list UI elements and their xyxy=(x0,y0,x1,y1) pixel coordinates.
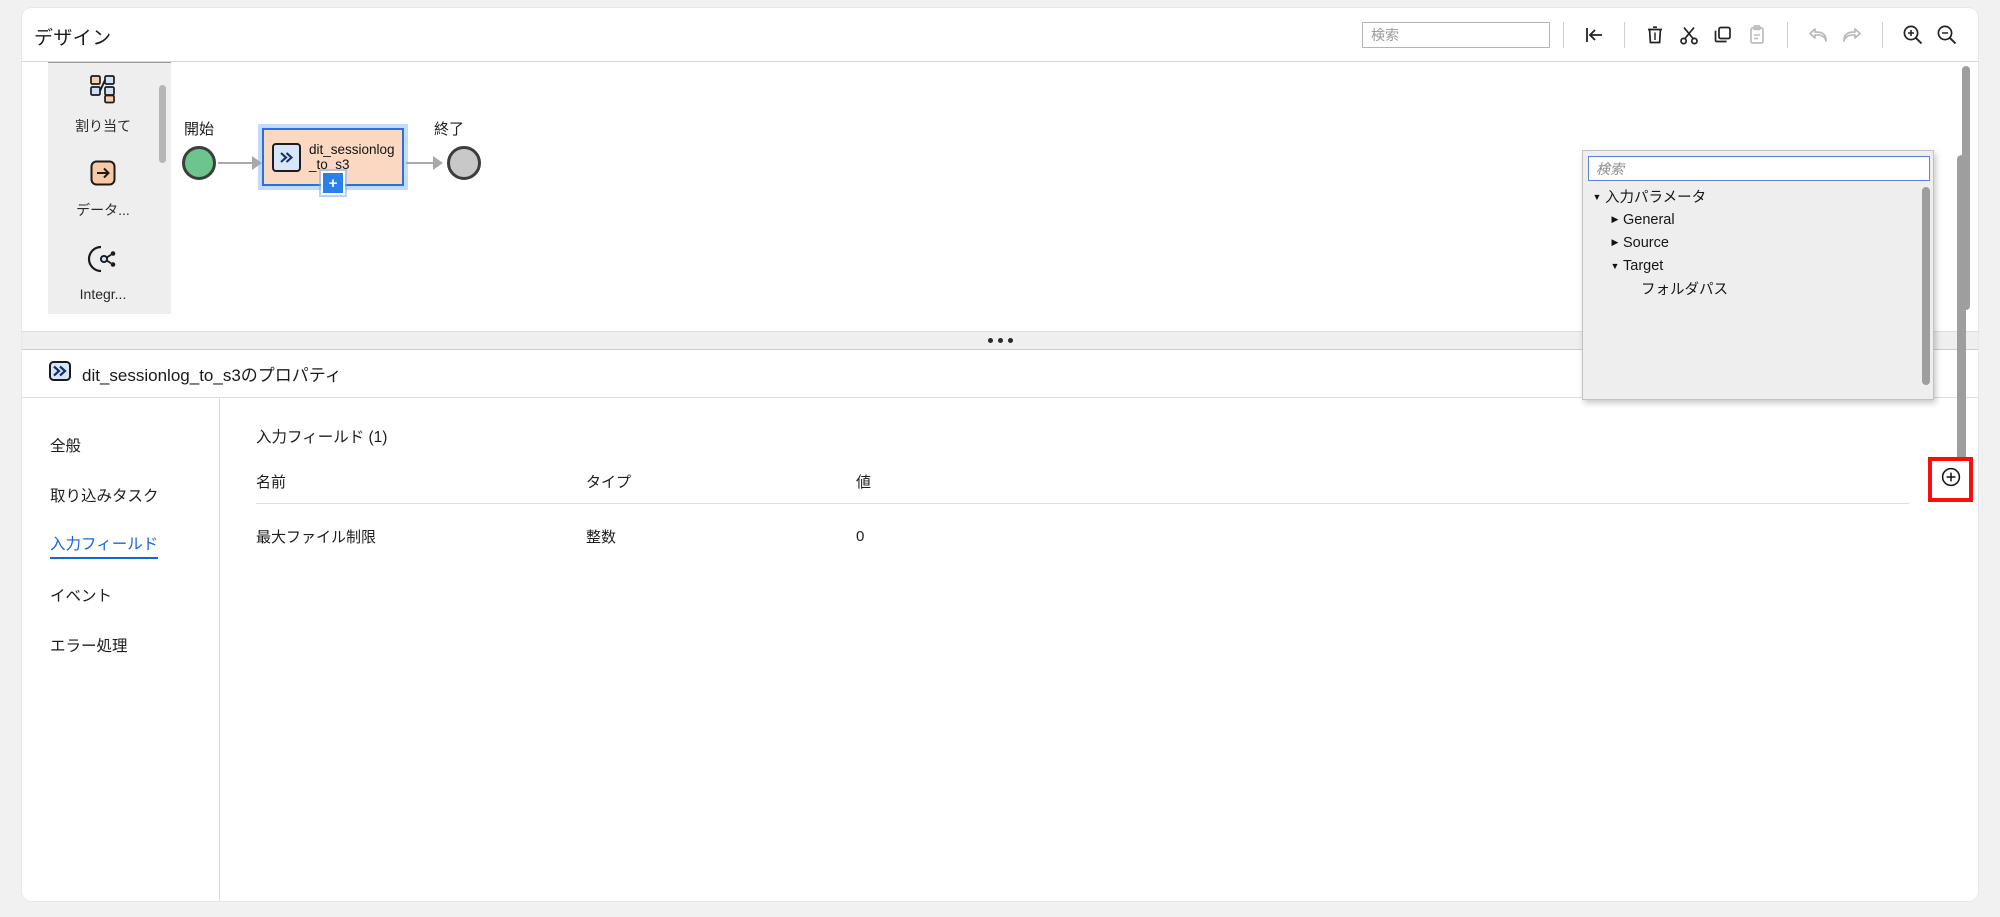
toolbar-divider-2 xyxy=(1624,22,1625,48)
cut-icon[interactable] xyxy=(1672,18,1706,52)
header-bar: デザイン xyxy=(22,8,1978,62)
undo-icon[interactable] xyxy=(1801,18,1835,52)
task-chevron-icon xyxy=(272,142,301,172)
palette-item-label: Integr... xyxy=(79,286,127,302)
input-fields-table: 名前 タイプ 値 最大ファイル制限 整数 0 xyxy=(256,471,1910,548)
splitter-dot xyxy=(987,338,993,343)
palette-list: 割り当て データ... Integr... xyxy=(48,63,158,314)
tab-label: 入力フィールド xyxy=(50,532,159,559)
connector-arrow-1 xyxy=(252,156,262,170)
start-node-label: 開始 xyxy=(184,121,215,138)
cell-field-type: 整数 xyxy=(586,529,617,546)
tab-error-handling[interactable]: エラー処理 xyxy=(22,620,219,670)
page-title: デザイン xyxy=(34,28,112,49)
properties-tab-list: 全般 取り込みタスク 入力フィールド イベント エラー処理 xyxy=(22,398,220,901)
parameter-tree-list: ▼ 入力パラメータ ▶ General ▶ Source ▼ Target フォ… xyxy=(1583,185,1933,399)
palette-sidebar[interactable]: 割り当て データ... Integr... xyxy=(48,62,171,314)
tree-node-folder-path[interactable]: フォルダパス xyxy=(1583,277,1933,300)
copy-icon[interactable] xyxy=(1706,18,1740,52)
tree-node-label: 入力パラメータ xyxy=(1605,190,1707,206)
start-node[interactable] xyxy=(182,146,216,180)
input-fields-count: 入力フィールド (1) xyxy=(256,429,388,446)
chevron-down-icon[interactable]: ▼ xyxy=(1607,261,1623,271)
delete-icon[interactable] xyxy=(1638,18,1672,52)
design-window: デザイン 検索 割り当て データ... Integr... 開始 dit_ses… xyxy=(22,8,1978,901)
tree-node-label: Source xyxy=(1623,234,1669,251)
palette-item-label: データ... xyxy=(76,202,130,218)
add-parameter-button[interactable] xyxy=(1928,457,1973,502)
input-fields-content: 入力フィールド (1) 名前 タイプ 値 最大ファイル制限 整数 0 xyxy=(220,398,1978,901)
connector-arrow-2 xyxy=(433,156,443,170)
splitter-dot xyxy=(997,338,1003,343)
tree-node-label: フォルダパス xyxy=(1641,282,1728,298)
paste-icon[interactable] xyxy=(1740,18,1774,52)
plus-circle-icon xyxy=(1940,466,1962,493)
task-node-label: dit_sessionlog_to_s3 xyxy=(309,142,395,172)
end-node-label: 終了 xyxy=(434,121,465,138)
chevron-right-icon[interactable]: ▶ xyxy=(1607,214,1623,225)
toolbar-divider-3 xyxy=(1787,22,1788,48)
chevron-down-icon[interactable]: ▼ xyxy=(1589,192,1605,202)
tab-ingestion-task[interactable]: 取り込みタスク xyxy=(22,470,219,520)
tab-label: 全般 xyxy=(50,438,82,455)
tree-node-general[interactable]: ▶ General xyxy=(1583,208,1933,231)
tab-general[interactable]: 全般 xyxy=(22,420,219,470)
tree-scrollbar[interactable] xyxy=(1922,187,1930,385)
tab-label: 取り込みタスク xyxy=(50,488,159,505)
properties-body: 全般 取り込みタスク 入力フィールド イベント エラー処理 入力フィールド (1… xyxy=(22,398,1978,901)
cell-field-name: 最大ファイル制限 xyxy=(256,529,377,546)
task-node-dit-sessionlog-to-s3[interactable]: dit_sessionlog_to_s3 + xyxy=(262,128,404,195)
parameter-tree-popup[interactable]: ▼ 入力パラメータ ▶ General ▶ Source ▼ Target フォ… xyxy=(1582,150,1934,400)
tree-node-source[interactable]: ▶ Source xyxy=(1583,231,1933,254)
toolbar-divider-4 xyxy=(1882,22,1883,48)
tab-input-fields[interactable]: 入力フィールド xyxy=(22,520,219,570)
column-header-type: タイプ xyxy=(586,471,856,504)
header-toolbar xyxy=(1362,8,1964,62)
tree-node-target[interactable]: ▼ Target xyxy=(1583,254,1933,277)
palette-item-data[interactable]: データ... xyxy=(48,147,158,231)
app-root: デザイン 検索 割り当て データ... Integr... 開始 dit_ses… xyxy=(0,0,2000,917)
table-row[interactable]: 最大ファイル制限 整数 0 xyxy=(256,504,1909,548)
task-chevron-icon xyxy=(48,359,72,388)
toolbar-divider-1 xyxy=(1563,22,1564,48)
flow-diagram: 開始 dit_sessionlog_to_s3 + 終了 xyxy=(182,62,682,262)
column-header-name: 名前 xyxy=(256,471,586,504)
tree-node-input-parameters[interactable]: ▼ 入力パラメータ xyxy=(1583,185,1933,208)
palette-item-label: 割り当て xyxy=(75,118,131,134)
assignment-icon xyxy=(86,74,120,109)
tree-node-label: Target xyxy=(1623,257,1664,274)
zoom-out-icon[interactable] xyxy=(1930,18,1964,52)
properties-title: dit_sessionlog_to_s3のプロパティ xyxy=(82,366,342,385)
tab-label: エラー処理 xyxy=(50,638,128,655)
tree-node-label: General xyxy=(1623,211,1675,228)
cell-field-value: 0 xyxy=(856,528,865,545)
header-search-input[interactable] xyxy=(1362,22,1550,48)
right-panel-scrollbar[interactable] xyxy=(1957,155,1966,475)
properties-panel: dit_sessionlog_to_s3のプロパティ 全般 取り込みタスク 入力… xyxy=(22,350,1978,901)
zoom-in-icon[interactable] xyxy=(1896,18,1930,52)
end-node[interactable] xyxy=(447,146,481,180)
splitter-dot xyxy=(1007,338,1013,343)
task-add-button[interactable]: + xyxy=(321,171,345,195)
palette-scrollbar[interactable] xyxy=(159,85,166,163)
chevron-right-icon[interactable]: ▶ xyxy=(1607,237,1623,248)
tab-label: イベント xyxy=(50,588,113,605)
palette-item-assignment[interactable]: 割り当て xyxy=(48,63,158,147)
integration-icon xyxy=(87,244,119,279)
connector-start-to-task xyxy=(218,162,256,164)
data-task-icon xyxy=(88,158,118,193)
tab-events[interactable]: イベント xyxy=(22,570,219,620)
redo-icon[interactable] xyxy=(1835,18,1869,52)
column-header-value: 値 xyxy=(856,471,1910,504)
collapse-left-icon[interactable] xyxy=(1577,18,1611,52)
palette-item-integration[interactable]: Integr... xyxy=(48,231,158,314)
tree-search-input[interactable] xyxy=(1588,156,1930,181)
table-header-row: 名前 タイプ 値 xyxy=(256,471,1910,504)
